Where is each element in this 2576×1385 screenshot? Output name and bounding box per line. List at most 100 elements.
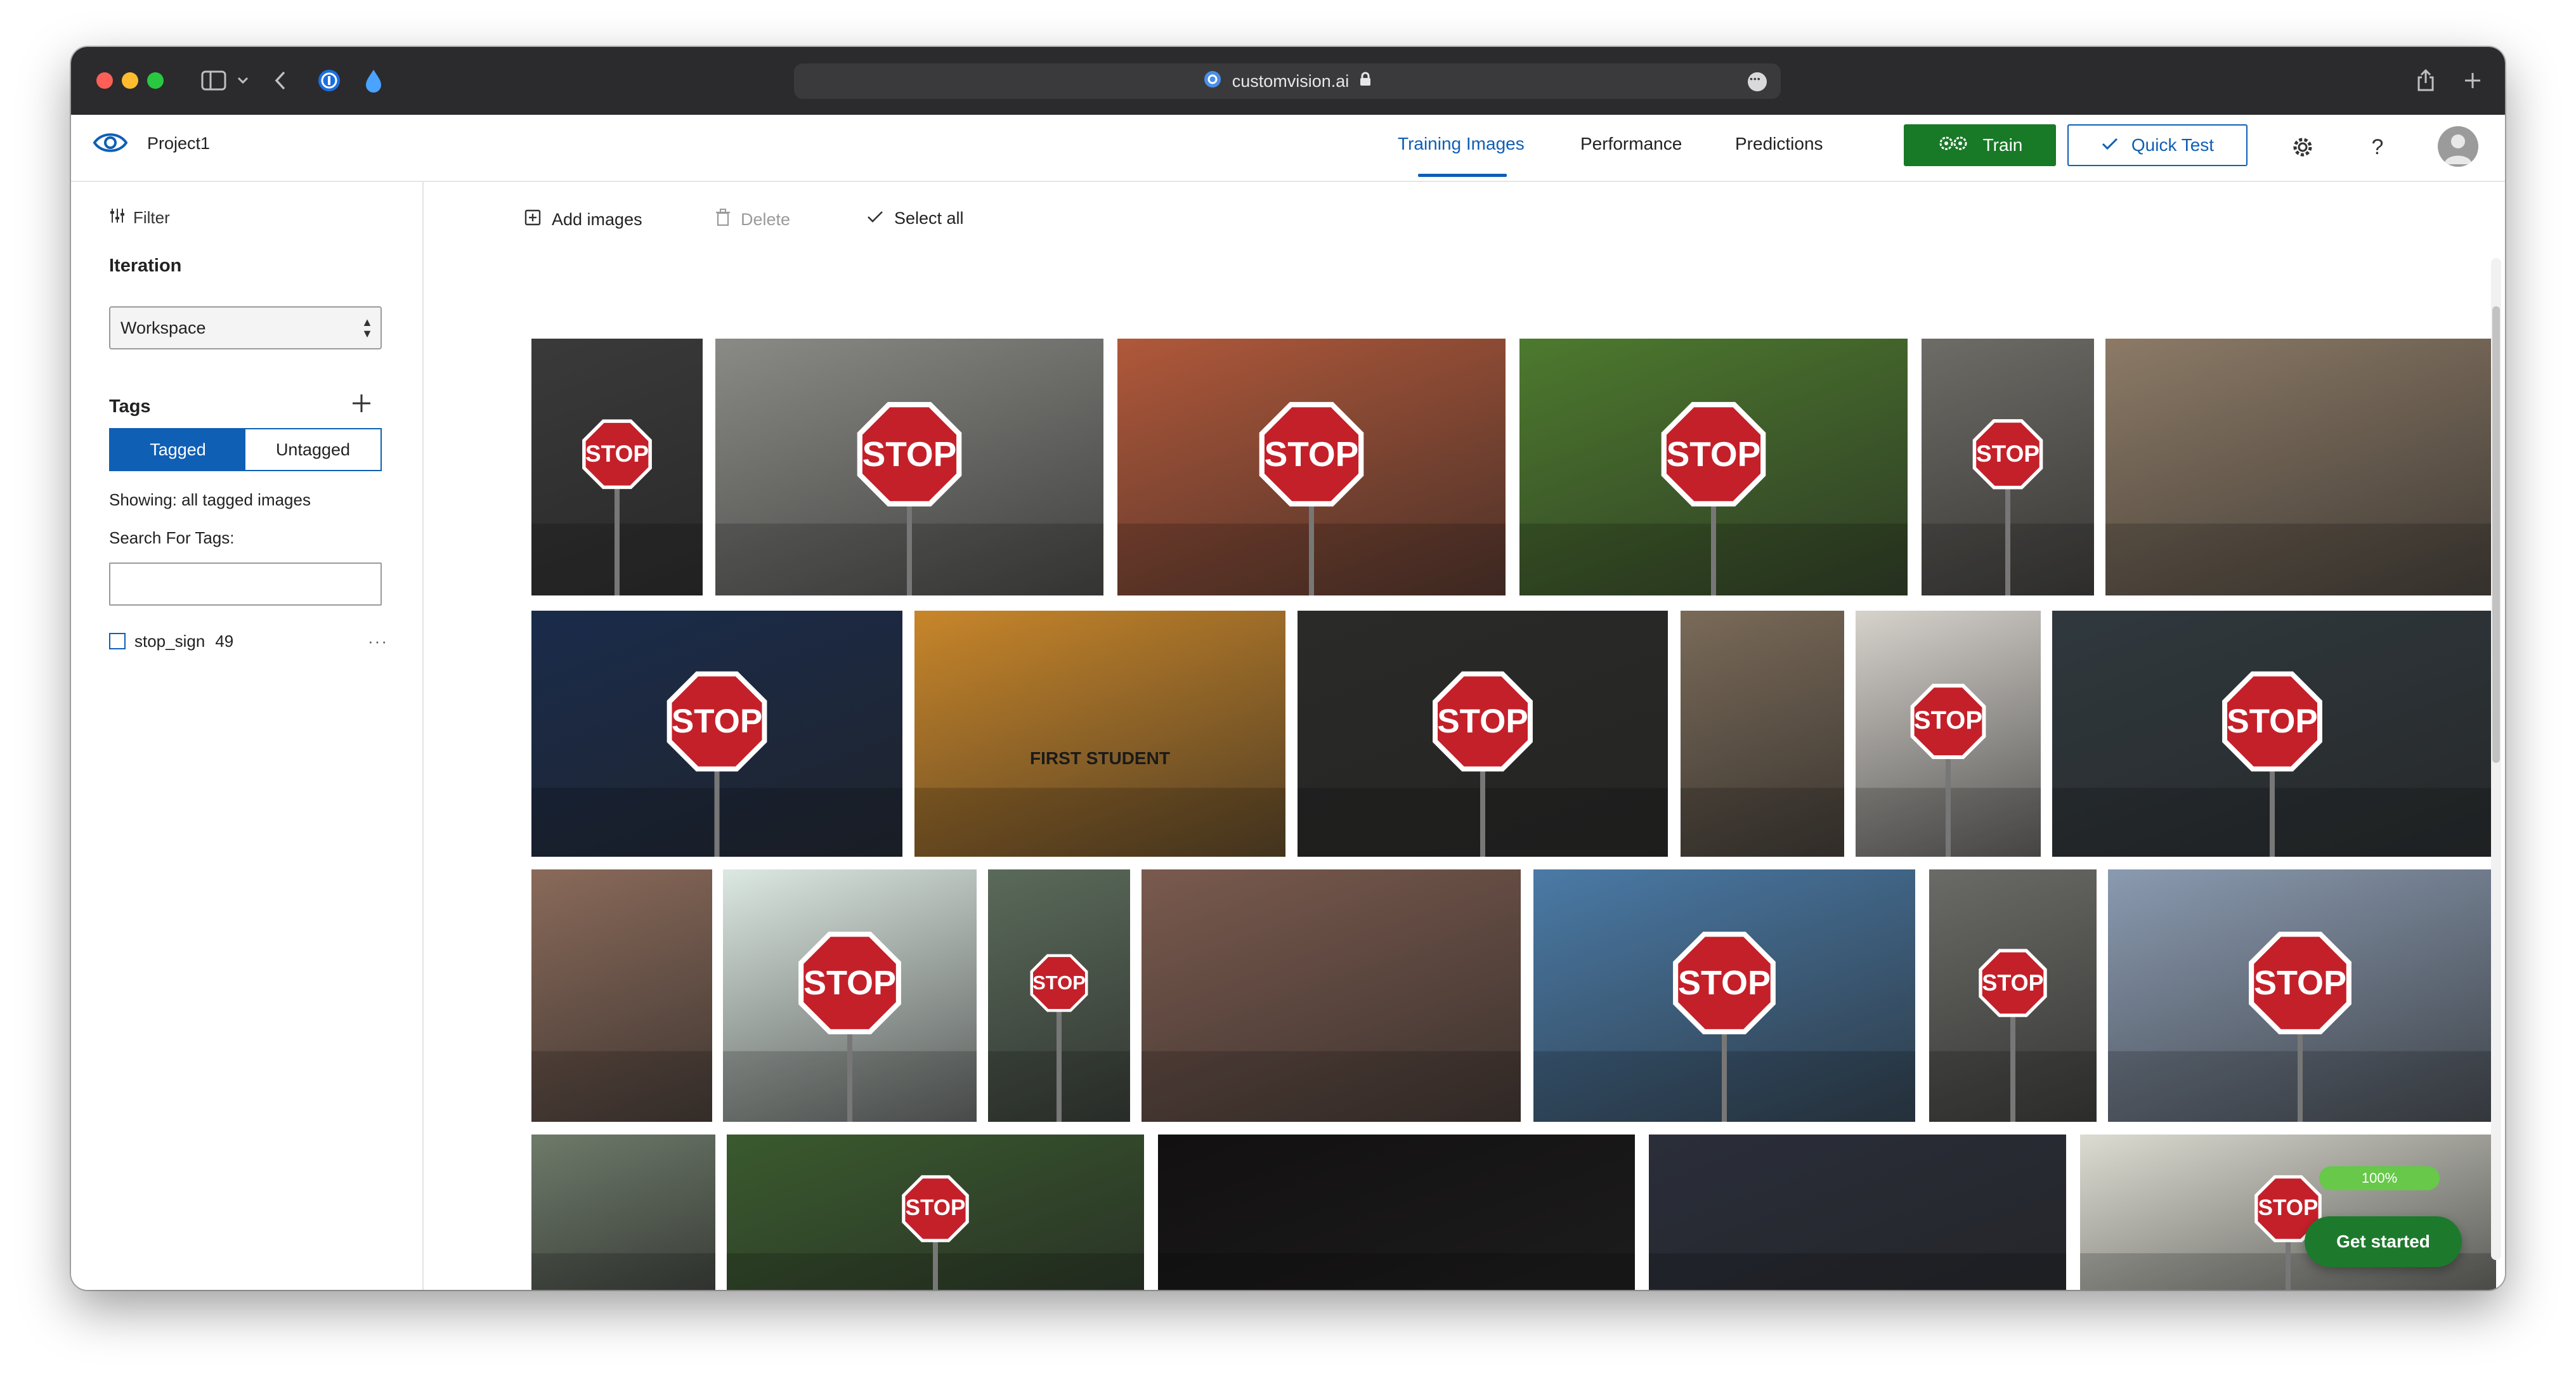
thumbnail-sign-text: STOP <box>1677 964 1771 1002</box>
tag-checkbox[interactable] <box>109 633 126 649</box>
filter-button[interactable]: Filter <box>109 207 170 228</box>
back-arrow-icon[interactable] <box>268 65 293 96</box>
image-thumbnail-stop-sign-woman-street[interactable] <box>1142 869 1521 1122</box>
delete-label: Delete <box>741 210 791 229</box>
image-thumbnail-stop-sign-procrastination[interactable]: STOP <box>723 869 977 1122</box>
thumbnail-sign-text: STOP <box>1264 434 1359 474</box>
quick-test-button[interactable]: Quick Test <box>2067 124 2247 166</box>
password-manager-icon[interactable] <box>313 65 345 96</box>
select-updown-icon: ▲ ▼ <box>361 316 373 340</box>
select-all-button[interactable]: Select all <box>866 209 964 228</box>
settings-gear-icon[interactable] <box>2287 131 2319 163</box>
address-bar[interactable]: customvision.ai <box>794 63 1781 99</box>
filter-sliders-icon <box>109 207 126 228</box>
gears-icon <box>1937 134 1970 157</box>
tab-training-images[interactable]: Training Images <box>1398 134 1525 154</box>
image-thumbnail-stop-sign-red-rock[interactable]: STOP <box>1117 339 1506 595</box>
image-thumbnail-stop-sign-taxi-street[interactable] <box>531 1135 715 1290</box>
image-thumbnail-stop-sign-tilted-trees[interactable]: STOP <box>988 869 1130 1122</box>
thumbnail-sign-text: STOP <box>1666 434 1761 474</box>
main-content: Add images Delete Select all STOP STOP STO… <box>424 182 2505 1290</box>
new-tab-plus-icon[interactable] <box>2457 65 2488 96</box>
page-menu-icon[interactable] <box>1748 72 1767 91</box>
select-all-label: Select all <box>894 209 964 228</box>
image-thumbnail-stop-sign-graffiti-box[interactable]: STOP <box>715 339 1103 595</box>
image-thumbnail-stop-sign-street-lamp-bus[interactable] <box>1649 1135 2066 1290</box>
image-thumbnail-stop-sign-brick-street[interactable] <box>531 869 712 1122</box>
scrollbar-thumb[interactable] <box>2492 306 2500 763</box>
image-thumbnail-stop-sign-school-bus[interactable]: FIRST STUDENT <box>914 611 1285 857</box>
add-images-button[interactable]: Add images <box>524 209 642 231</box>
site-favicon-icon <box>1203 70 1222 93</box>
tags-heading: Tags <box>109 396 151 417</box>
tab-predictions[interactable]: Predictions <box>1735 134 1823 154</box>
browser-chrome: customvision.ai <box>71 47 2505 116</box>
tab-performance[interactable]: Performance <box>1580 134 1682 154</box>
tag-count: 49 <box>215 631 234 651</box>
checkmark-icon <box>866 209 884 228</box>
image-thumbnail-stop-sign-bridge-arrow[interactable]: STOP <box>2052 611 2492 857</box>
project-name[interactable]: Project1 <box>147 134 210 153</box>
image-thumbnail-stop-sign-alley-narrow[interactable]: STOP <box>1922 339 2094 595</box>
add-images-label: Add images <box>552 210 642 229</box>
image-thumbnail-stop-sign-aerial-railroad[interactable] <box>2105 339 2494 595</box>
thumbnail-sign-text: STOP <box>1982 970 2044 996</box>
thumbnail-sign-text: STOP <box>2227 703 2318 740</box>
tag-more-icon[interactable]: ··· <box>368 632 388 651</box>
help-question-icon[interactable]: ? <box>2362 131 2393 163</box>
tag-name: stop_sign <box>134 631 205 651</box>
minimize-window-button[interactable] <box>122 72 138 89</box>
sidebar-toggle-icon[interactable] <box>195 65 233 96</box>
thumbnail-sign-text: STOP <box>585 441 649 467</box>
image-thumbnail-stop-sign-city-taxi[interactable] <box>1681 611 1844 857</box>
image-thumbnail-stop-sign-garage-cones[interactable]: STOP <box>1298 611 1668 857</box>
search-tags-input[interactable] <box>109 562 382 606</box>
thumbnail-sign-text: STOP <box>2253 964 2347 1002</box>
untagged-button[interactable]: Untagged <box>245 429 381 470</box>
quick-test-label: Quick Test <box>2131 135 2215 155</box>
thumbnail-sign-text: FIRST STUDENT <box>1030 748 1170 768</box>
user-avatar[interactable] <box>2438 126 2478 167</box>
get-started-button[interactable]: Get started <box>2305 1216 2462 1267</box>
image-thumbnail-stop-sign-dark-blue-night[interactable]: STOP <box>531 611 902 857</box>
custom-vision-eye-icon[interactable] <box>93 129 128 160</box>
url-text: customvision.ai <box>1232 71 1350 91</box>
thumbnail-sign-text: STOP <box>1032 972 1086 994</box>
maximize-window-button[interactable] <box>147 72 164 89</box>
train-button[interactable]: Train <box>1904 124 2056 166</box>
train-label: Train <box>1982 135 2023 155</box>
tagged-button[interactable]: Tagged <box>110 429 245 470</box>
sidebar: Filter Iteration Workspace ▲ ▼ Tags Tagge… <box>71 182 424 1290</box>
thumbnail-sign-text: STOP <box>862 434 957 474</box>
image-thumbnail-stop-sign-bushes[interactable]: STOP <box>727 1135 1144 1290</box>
search-tags-label: Search For Tags: <box>109 528 235 547</box>
chevron-down-icon[interactable] <box>233 65 252 96</box>
add-tag-plus-icon[interactable] <box>350 387 373 422</box>
add-image-icon <box>524 209 542 231</box>
image-thumbnail-stop-sign-trees-closeup[interactable]: STOP <box>1519 339 1908 595</box>
delete-button[interactable]: Delete <box>715 209 790 231</box>
image-thumbnail-stop-sign-glass-buildings[interactable]: STOP <box>2108 869 2492 1122</box>
iteration-select[interactable]: Workspace ▲ ▼ <box>109 306 382 349</box>
active-tab-indicator <box>1418 174 1507 177</box>
trash-icon <box>715 209 731 231</box>
filter-label: Filter <box>133 208 170 227</box>
iteration-heading: Iteration <box>109 256 182 276</box>
tag-list-item[interactable]: stop_sign 49 ··· <box>109 628 388 654</box>
lock-icon <box>1359 72 1372 91</box>
close-window-button[interactable] <box>96 72 113 89</box>
drop-extension-icon[interactable] <box>358 65 389 96</box>
image-thumbnail-stop-sign-dark-night[interactable] <box>1158 1135 1635 1290</box>
showing-status: Showing: all tagged images <box>109 490 311 509</box>
thumbnail-sign-text: STOP <box>803 964 897 1002</box>
thumbnail-sign-text: STOP <box>1913 706 1983 734</box>
image-thumbnail-stop-sign-bare-tree[interactable]: STOP <box>1929 869 2097 1122</box>
browser-window: customvision.ai Project1 Training Images… <box>71 47 2505 1290</box>
image-thumbnail-stop-sign-flower[interactable]: STOP <box>1856 611 2041 857</box>
iteration-value: Workspace <box>120 318 206 337</box>
onboarding-progress-badge: 100% <box>2319 1166 2440 1190</box>
thumbnail-sign-text: STOP <box>1437 703 1528 740</box>
image-thumbnail-stop-sign-forest-bw[interactable]: STOP <box>531 339 703 595</box>
share-icon[interactable] <box>2410 65 2442 96</box>
image-thumbnail-stop-sign-mountains-no-stopping[interactable]: STOP <box>1533 869 1915 1122</box>
